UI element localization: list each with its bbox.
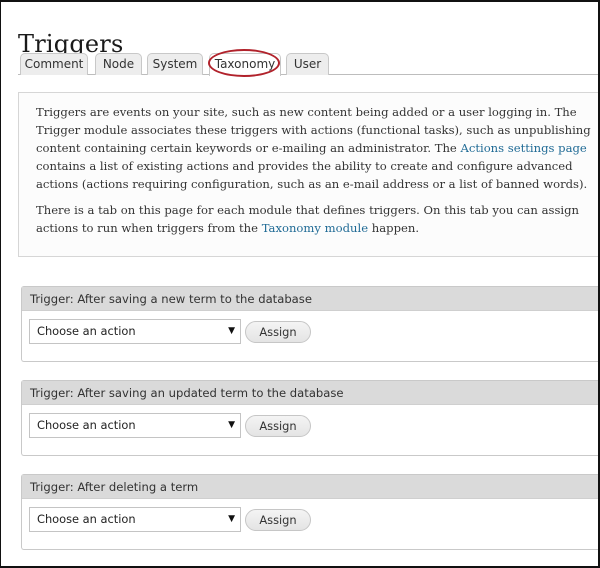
select-value: Choose an action <box>37 512 136 526</box>
tab-system[interactable]: System <box>147 53 203 75</box>
action-select[interactable]: Choose an action ▼ <box>29 413 241 438</box>
dropdown-arrow-icon: ▼ <box>228 326 235 336</box>
assign-button[interactable]: Assign <box>245 415 311 437</box>
tab-bar: Comment Node System Taxonomy User <box>18 53 598 76</box>
tab-user[interactable]: User <box>286 53 329 75</box>
assign-button[interactable]: Assign <box>245 321 311 343</box>
trigger-fieldset-new-term: Trigger: After saving a new term to the … <box>21 286 598 362</box>
taxonomy-module-link[interactable]: Taxonomy module <box>262 221 368 235</box>
trigger-fieldset-updated-term: Trigger: After saving an updated term to… <box>21 380 598 456</box>
trigger-legend: Trigger: After saving an updated term to… <box>22 381 598 405</box>
trigger-legend: Trigger: After saving a new term to the … <box>22 287 598 311</box>
dropdown-arrow-icon: ▼ <box>228 514 235 524</box>
help-paragraph-2: There is a tab on this page for each mod… <box>36 201 598 237</box>
page-frame: Triggers Comment Node System Taxonomy Us… <box>0 0 600 568</box>
assign-button[interactable]: Assign <box>245 509 311 531</box>
help-text: happen. <box>368 221 419 235</box>
dropdown-arrow-icon: ▼ <box>228 420 235 430</box>
trigger-fieldset-delete-term: Trigger: After deleting a term Choose an… <box>21 474 598 550</box>
select-value: Choose an action <box>37 324 136 338</box>
actions-settings-link[interactable]: Actions settings page <box>460 141 586 155</box>
help-paragraph-1: Triggers are events on your site, such a… <box>36 103 598 193</box>
tab-comment[interactable]: Comment <box>20 53 88 75</box>
action-select[interactable]: Choose an action ▼ <box>29 507 241 532</box>
tab-taxonomy[interactable]: Taxonomy <box>209 53 281 76</box>
help-text: contains a list of existing actions and … <box>36 159 588 191</box>
select-value: Choose an action <box>37 418 136 432</box>
help-text-box: Triggers are events on your site, such a… <box>18 92 598 257</box>
trigger-legend: Trigger: After deleting a term <box>22 475 598 499</box>
action-select[interactable]: Choose an action ▼ <box>29 319 241 344</box>
tab-node[interactable]: Node <box>95 53 142 75</box>
